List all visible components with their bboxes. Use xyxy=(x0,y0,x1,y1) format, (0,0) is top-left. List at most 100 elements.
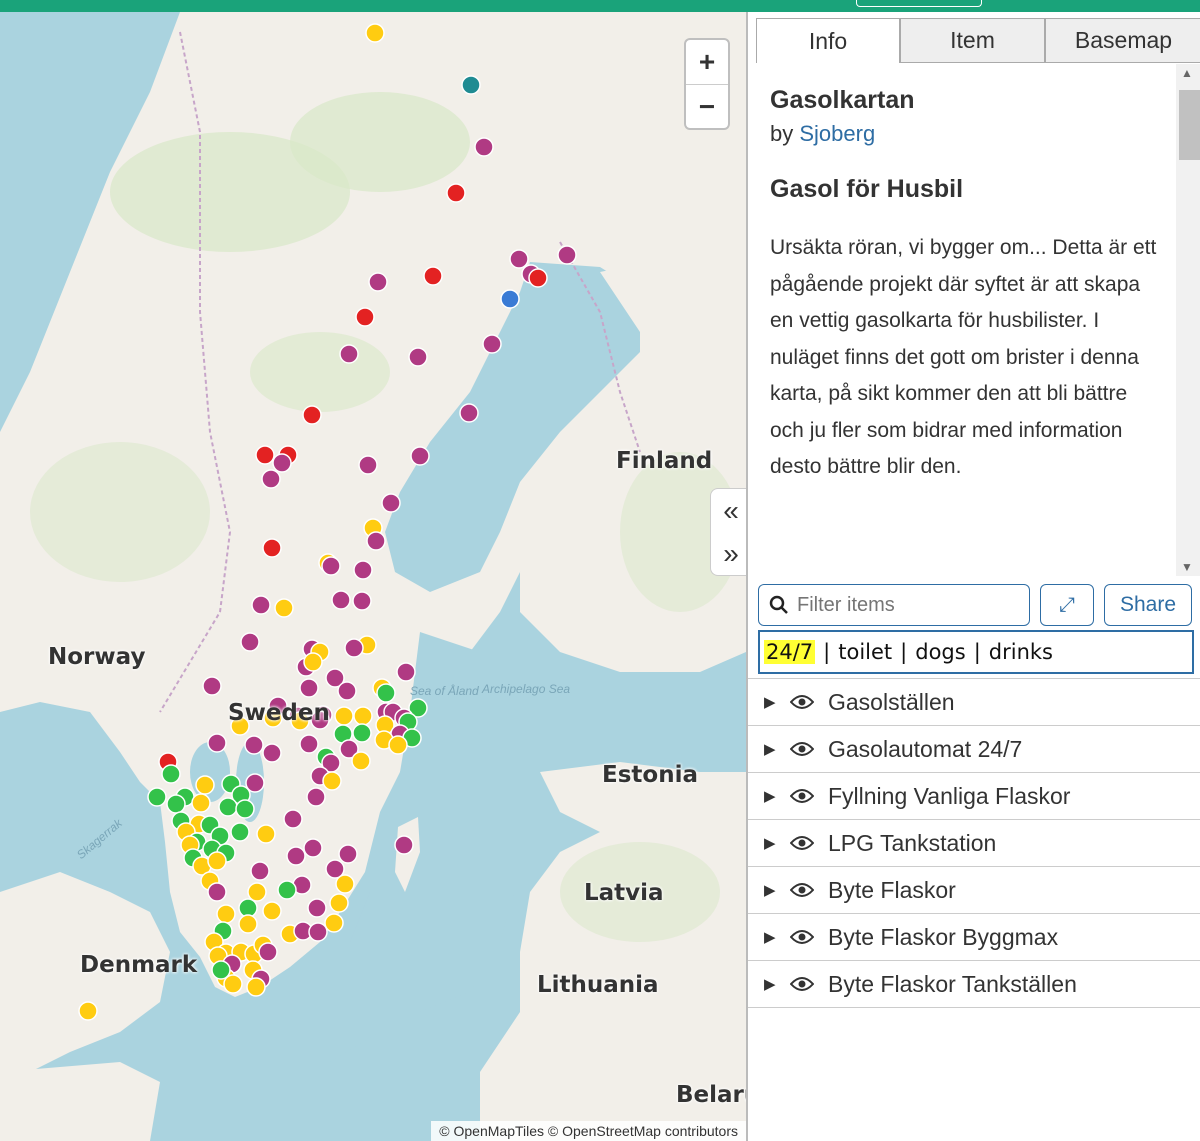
expand-button[interactable]: ⤢ xyxy=(1040,584,1094,626)
map-marker-purple[interactable] xyxy=(339,344,359,364)
map-marker-purple[interactable] xyxy=(459,403,479,423)
map-marker-green[interactable] xyxy=(235,799,255,819)
map-marker-red[interactable] xyxy=(446,183,466,203)
layer-item[interactable]: ▶ LPG Tankstation xyxy=(748,819,1200,866)
layer-item[interactable]: ▶ Gasolställen xyxy=(748,678,1200,725)
map-canvas[interactable]: Norway Sweden Finland Estonia Latvia Lit… xyxy=(0,12,746,1141)
map-marker-purple[interactable] xyxy=(207,733,227,753)
map-marker-purple[interactable] xyxy=(482,334,502,354)
map-marker-purple[interactable] xyxy=(394,835,414,855)
share-button[interactable]: Share xyxy=(1104,584,1192,626)
tab-basemap[interactable]: Basemap xyxy=(1045,18,1200,62)
zoom-out-button[interactable]: − xyxy=(686,85,728,129)
map-marker-purple[interactable] xyxy=(368,272,388,292)
map-marker-purple[interactable] xyxy=(474,137,494,157)
top-bar-button[interactable] xyxy=(856,0,982,7)
map-marker-purple[interactable] xyxy=(202,676,222,696)
map-marker-yellow[interactable] xyxy=(207,851,227,871)
expand-triangle-icon[interactable]: ▶ xyxy=(764,787,786,805)
layer-item[interactable]: ▶ Gasolautomat 24/7 xyxy=(748,725,1200,772)
map-marker-purple[interactable] xyxy=(358,455,378,475)
map-marker-purple[interactable] xyxy=(410,446,430,466)
tag-toilet[interactable]: toilet xyxy=(838,640,892,664)
eye-icon[interactable] xyxy=(790,741,814,757)
map-marker-purple[interactable] xyxy=(344,638,364,658)
expand-triangle-icon[interactable]: ▶ xyxy=(764,740,786,758)
eye-icon[interactable] xyxy=(790,835,814,851)
map-marker-purple[interactable] xyxy=(381,493,401,513)
map-marker-purple[interactable] xyxy=(366,531,386,551)
map-marker-purple[interactable] xyxy=(337,681,357,701)
map-marker-purple[interactable] xyxy=(286,846,306,866)
tag-drinks[interactable]: drinks xyxy=(989,640,1053,664)
map-marker-purple[interactable] xyxy=(207,882,227,902)
map-marker-purple[interactable] xyxy=(352,591,372,611)
expand-triangle-icon[interactable]: ▶ xyxy=(764,881,786,899)
chevron-double-left-icon[interactable]: « xyxy=(711,489,751,532)
map-marker-purple[interactable] xyxy=(283,809,303,829)
eye-icon[interactable] xyxy=(790,788,814,804)
tag-highlighted[interactable]: 24/7 xyxy=(764,640,816,664)
map-marker-red[interactable] xyxy=(528,268,548,288)
map-marker-yellow[interactable] xyxy=(247,882,267,902)
map-marker-yellow[interactable] xyxy=(238,914,258,934)
map-marker-yellow[interactable] xyxy=(191,793,211,813)
map-marker-yellow[interactable] xyxy=(195,775,215,795)
eye-icon[interactable] xyxy=(790,929,814,945)
map-marker-yellow[interactable] xyxy=(353,706,373,726)
eye-icon[interactable] xyxy=(790,976,814,992)
expand-triangle-icon[interactable]: ▶ xyxy=(764,834,786,852)
map-marker-purple[interactable] xyxy=(509,249,529,269)
map-marker-purple[interactable] xyxy=(251,595,271,615)
info-scrollbar[interactable]: ▲ ▼ xyxy=(1176,64,1200,576)
map-marker-red[interactable] xyxy=(302,405,322,425)
map-marker-green[interactable] xyxy=(218,797,238,817)
map-marker-yellow[interactable] xyxy=(351,751,371,771)
map-marker-green[interactable] xyxy=(147,787,167,807)
map-marker-purple[interactable] xyxy=(331,590,351,610)
map-marker-yellow[interactable] xyxy=(388,735,408,755)
map-marker-purple[interactable] xyxy=(338,844,358,864)
map-marker-purple[interactable] xyxy=(258,942,278,962)
map-marker-yellow[interactable] xyxy=(303,652,323,672)
map-marker-green[interactable] xyxy=(211,960,231,980)
map-marker-yellow[interactable] xyxy=(216,904,236,924)
map-marker-yellow[interactable] xyxy=(246,977,266,997)
map-marker-green[interactable] xyxy=(161,764,181,784)
map-marker-purple[interactable] xyxy=(303,838,323,858)
map-marker-purple[interactable] xyxy=(307,898,327,918)
map-marker-purple[interactable] xyxy=(272,453,292,473)
author-link[interactable]: Sjoberg xyxy=(799,121,875,146)
layer-item[interactable]: ▶ Byte Flaskor xyxy=(748,866,1200,913)
map-marker-purple[interactable] xyxy=(261,469,281,489)
map-marker-yellow[interactable] xyxy=(262,901,282,921)
map-marker-green[interactable] xyxy=(277,880,297,900)
map-marker-purple[interactable] xyxy=(408,347,428,367)
map-marker-purple[interactable] xyxy=(306,787,326,807)
chevron-double-right-icon[interactable]: » xyxy=(711,532,751,575)
layer-item[interactable]: ▶ Fyllning Vanliga Flaskor xyxy=(748,772,1200,819)
map-marker-yellow[interactable] xyxy=(256,824,276,844)
map-marker-yellow[interactable] xyxy=(78,1001,98,1021)
map-marker-yellow[interactable] xyxy=(335,874,355,894)
map-marker-purple[interactable] xyxy=(299,678,319,698)
tab-info[interactable]: Info xyxy=(756,18,900,63)
map-marker-green[interactable] xyxy=(376,683,396,703)
map-marker-green[interactable] xyxy=(230,822,250,842)
scroll-up-icon[interactable]: ▲ xyxy=(1181,66,1193,80)
map-marker-purple[interactable] xyxy=(321,556,341,576)
eye-icon[interactable] xyxy=(790,882,814,898)
map-marker-red[interactable] xyxy=(423,266,443,286)
map-marker-yellow[interactable] xyxy=(324,913,344,933)
map-marker-purple[interactable] xyxy=(299,734,319,754)
zoom-in-button[interactable]: + xyxy=(686,40,728,85)
expand-triangle-icon[interactable]: ▶ xyxy=(764,693,786,711)
map-marker-yellow[interactable] xyxy=(329,893,349,913)
map-marker-purple[interactable] xyxy=(353,560,373,580)
map-marker-yellow[interactable] xyxy=(365,23,385,43)
map-marker-green[interactable] xyxy=(352,723,372,743)
map-marker-purple[interactable] xyxy=(240,632,260,652)
map-marker-teal[interactable] xyxy=(461,75,481,95)
map-marker-purple[interactable] xyxy=(262,743,282,763)
tag-dogs[interactable]: dogs xyxy=(915,640,965,664)
